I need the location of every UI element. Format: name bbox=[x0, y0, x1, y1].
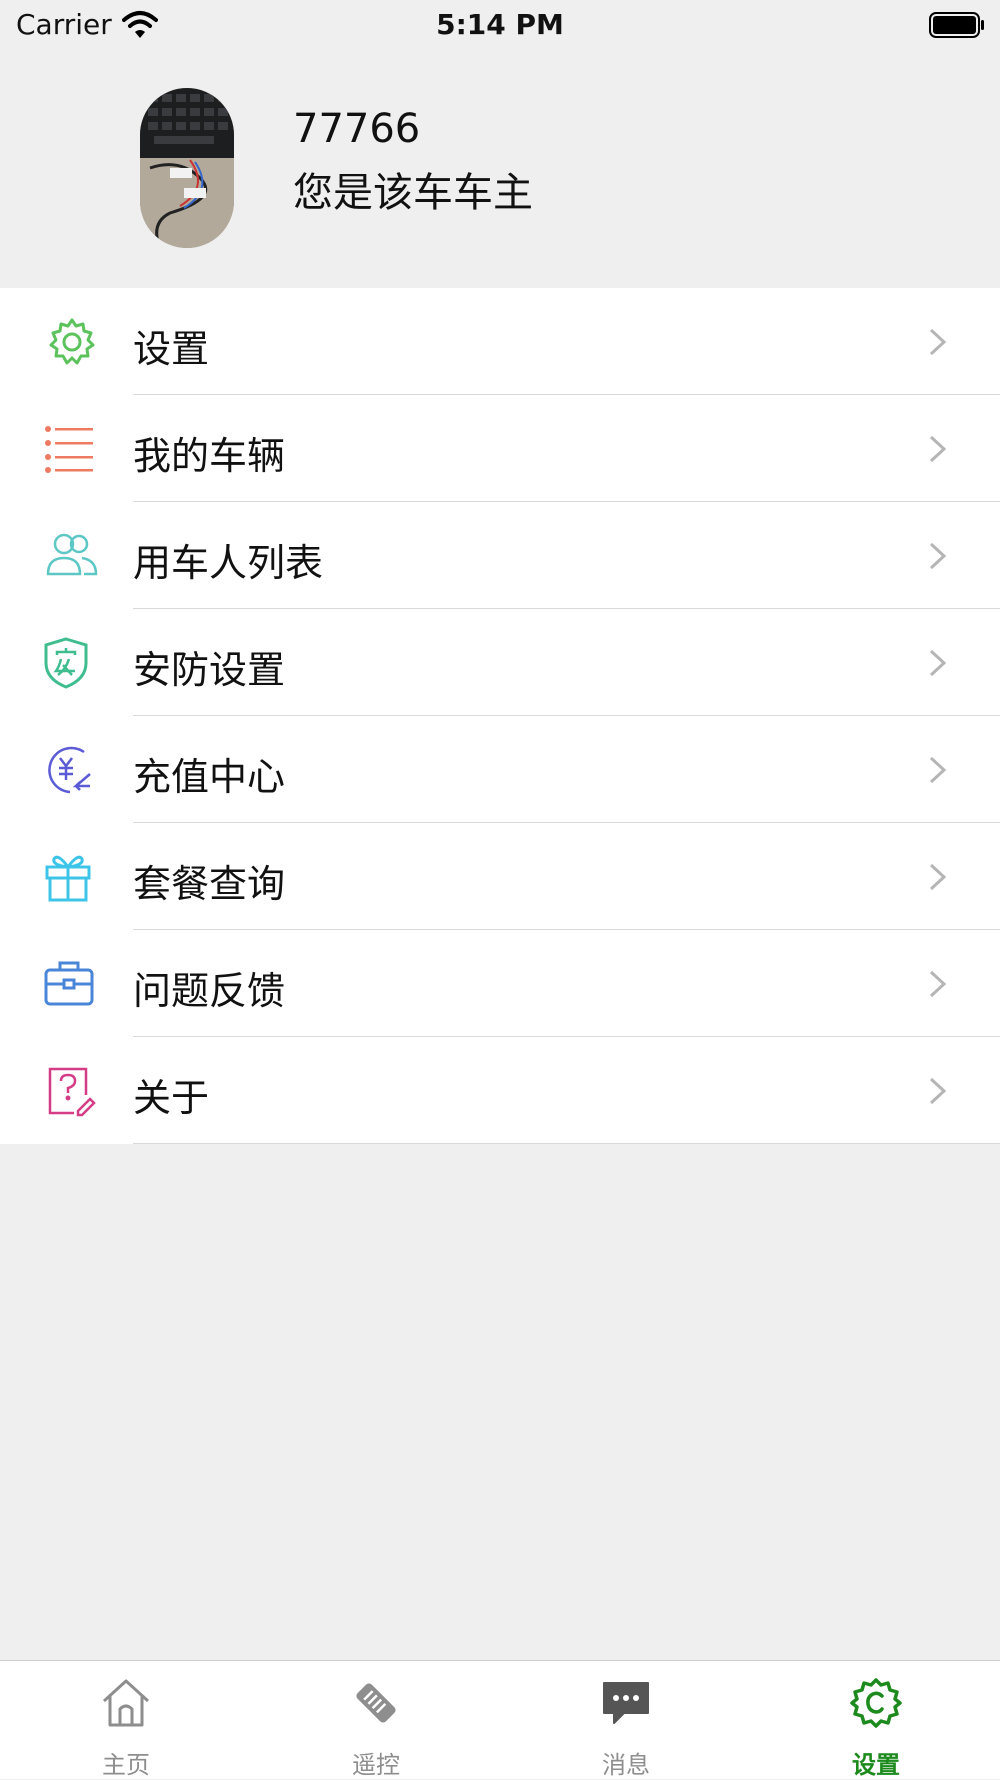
tab-label: 主页 bbox=[102, 1751, 150, 1779]
message-icon bbox=[603, 1682, 649, 1724]
tab-settings[interactable]: 设置 bbox=[750, 1661, 1000, 1779]
menu-item-label: 我的车辆 bbox=[133, 434, 286, 478]
menu-item-settings[interactable]: 设置 bbox=[0, 288, 1000, 395]
status-time: 5:14 PM bbox=[436, 8, 564, 41]
menu-item-recharge-center[interactable]: 充值中心 bbox=[0, 716, 1000, 823]
chevron-right-icon bbox=[929, 649, 947, 677]
chevron-right-icon bbox=[929, 1077, 947, 1105]
gear-icon bbox=[49, 318, 95, 365]
tab-label: 设置 bbox=[852, 1751, 900, 1779]
divider bbox=[133, 1143, 1000, 1144]
users-icon bbox=[46, 533, 98, 576]
menu-item-label: 关于 bbox=[133, 1076, 210, 1120]
menu-item-label: 用车人列表 bbox=[133, 541, 324, 585]
list-icon bbox=[45, 426, 93, 473]
chevron-right-icon bbox=[929, 328, 947, 356]
chevron-right-icon bbox=[929, 970, 947, 998]
status-bar: Carrier 5:14 PM bbox=[0, 0, 1000, 54]
shield-icon bbox=[44, 637, 88, 689]
menu-item-label: 充值中心 bbox=[133, 755, 286, 799]
menu-item-feedback[interactable]: 问题反馈 bbox=[0, 930, 1000, 1037]
settings-menu: 设置 我的车辆 用车人列表 安防设置 充值中心 套餐查询 问题反馈 关于 bbox=[0, 288, 1000, 1144]
menu-item-about[interactable]: 关于 bbox=[0, 1037, 1000, 1144]
recharge-icon bbox=[48, 746, 91, 794]
tab-label: 遥控 bbox=[352, 1751, 400, 1779]
menu-item-label: 问题反馈 bbox=[133, 969, 286, 1013]
battery-icon bbox=[929, 12, 984, 38]
menu-item-label: 套餐查询 bbox=[133, 862, 286, 906]
tab-remote[interactable]: 遥控 bbox=[250, 1661, 500, 1779]
briefcase-icon bbox=[44, 961, 94, 1006]
chevron-right-icon bbox=[929, 756, 947, 784]
help-doc-icon bbox=[48, 1067, 96, 1117]
settings-badge-icon bbox=[850, 1678, 902, 1728]
remote-key-icon bbox=[356, 1683, 396, 1723]
menu-item-label: 设置 bbox=[133, 327, 210, 371]
tab-messages[interactable]: 消息 bbox=[500, 1661, 750, 1779]
menu-item-package-query[interactable]: 套餐查询 bbox=[0, 823, 1000, 930]
menu-item-security-settings[interactable]: 安防设置 bbox=[0, 609, 1000, 716]
menu-item-label: 安防设置 bbox=[133, 648, 286, 692]
user-id: 77766 bbox=[293, 106, 421, 152]
avatar[interactable] bbox=[140, 88, 234, 248]
user-role: 您是该车车主 bbox=[293, 170, 533, 216]
gift-icon bbox=[45, 855, 91, 902]
profile-header: 77766 您是该车车主 bbox=[0, 54, 1000, 288]
home-icon bbox=[102, 1679, 150, 1727]
menu-item-my-vehicles[interactable]: 我的车辆 bbox=[0, 395, 1000, 502]
tab-label: 消息 bbox=[602, 1751, 650, 1779]
menu-item-driver-list[interactable]: 用车人列表 bbox=[0, 502, 1000, 609]
tab-home[interactable]: 主页 bbox=[0, 1661, 250, 1779]
chevron-right-icon bbox=[929, 863, 947, 891]
chevron-right-icon bbox=[929, 435, 947, 463]
chevron-right-icon bbox=[929, 542, 947, 570]
tab-bar: 主页 遥控 消息 设置 bbox=[0, 1660, 1000, 1779]
